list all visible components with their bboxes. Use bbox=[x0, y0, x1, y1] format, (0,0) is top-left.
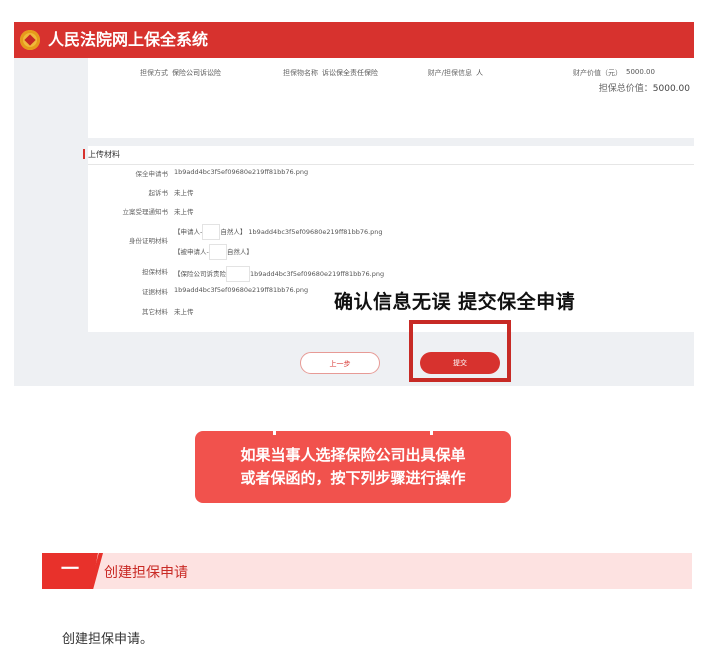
system-title: 人民法院网上保全系统 bbox=[48, 30, 209, 49]
property-label: 财产/担保信息 bbox=[427, 69, 472, 77]
row-value-other: 未上传 bbox=[174, 308, 194, 316]
redacted-name bbox=[226, 266, 250, 282]
row-file-link-evidence[interactable]: 1b9add4bc3f5ef09680e219ff81bb76.png bbox=[174, 286, 308, 294]
annotation-caption: 确认信息无误 提交保全申请 bbox=[334, 291, 576, 313]
applicant-file: 自然人】 1b9add4bc3f5ef09680e219ff81bb76.png bbox=[220, 228, 383, 236]
guarantee-name-label: 担保物名称 bbox=[283, 69, 318, 77]
row-value-guarantee-material[interactable]: 【保险公司诉责险 1b9add4bc3f5ef09680e219ff81bb76.… bbox=[174, 266, 384, 282]
row-label-complaint: 起诉书 bbox=[148, 189, 169, 197]
method-label: 担保方式 bbox=[140, 69, 168, 77]
guarantee-material-prefix: 【保险公司诉责险 bbox=[174, 270, 226, 278]
app-header: 人民法院网上保全系统 bbox=[14, 22, 694, 58]
step-number: 一 bbox=[42, 553, 98, 589]
callout-line-1: 如果当事人选择保险公司出具保单 bbox=[240, 446, 466, 464]
callout-notch bbox=[430, 425, 433, 435]
app-screenshot: 人民法院网上保全系统 担保方式 保险公司诉讼险 担保物名称 诉讼保全责任保险 财… bbox=[14, 22, 694, 386]
row-label-evidence: 证据材料 bbox=[142, 288, 168, 296]
redacted-name bbox=[202, 224, 221, 240]
respondent-type: 自然人】 bbox=[226, 248, 253, 256]
row-value-complaint: 未上传 bbox=[174, 189, 194, 197]
court-emblem-icon bbox=[20, 30, 40, 50]
row-label-other: 其它材料 bbox=[142, 308, 168, 316]
section-divider bbox=[88, 164, 694, 165]
total-amount: 5000.00 bbox=[652, 84, 690, 94]
step-heading-bar: 一 创建担保申请 bbox=[42, 553, 692, 589]
guarantee-material-file: 1b9add4bc3f5ef09680e219ff81bb76.png bbox=[250, 270, 385, 278]
total-guarantee-value: 担保总价值：5000.00 bbox=[599, 81, 690, 94]
upload-section-title: 上传材料 bbox=[83, 149, 120, 159]
property-value-label: 财产价值（元） bbox=[573, 69, 622, 77]
body-paragraph: 创建担保申请。 bbox=[62, 632, 154, 647]
row-value-identity-applicant[interactable]: 【申请人- 自然人】 1b9add4bc3f5ef09680e219ff81bb7… bbox=[174, 224, 383, 240]
guarantee-name-value: 诉讼保全责任保险 bbox=[322, 69, 378, 77]
callout-line-2: 或者保函的，按下列步骤进行操作 bbox=[240, 469, 466, 487]
row-value-filing-notice: 未上传 bbox=[174, 208, 194, 216]
prev-step-button[interactable]: 上一步 bbox=[300, 352, 380, 374]
instruction-callout: 如果当事人选择保险公司出具保单 或者保函的，按下列步骤进行操作 bbox=[195, 425, 511, 503]
property-value: 人 bbox=[476, 69, 483, 77]
total-label: 担保总价值： bbox=[598, 84, 653, 94]
step-title: 创建担保申请 bbox=[104, 565, 188, 581]
submit-highlight-box bbox=[409, 320, 511, 382]
applicant-prefix: 【申请人- bbox=[174, 228, 203, 236]
callout-notch bbox=[273, 425, 276, 435]
redacted-name bbox=[208, 244, 227, 260]
property-value-amount: 5000.00 bbox=[626, 68, 655, 76]
row-file-link-application[interactable]: 1b9add4bc3f5ef09680e219ff81bb76.png bbox=[174, 168, 308, 176]
row-label-filing-notice: 立案受理通知书 bbox=[122, 208, 169, 216]
row-value-identity-respondent: 【被申请人- 自然人】 bbox=[174, 244, 253, 260]
method-value: 保险公司诉讼险 bbox=[172, 69, 221, 77]
respondent-prefix: 【被申请人- bbox=[174, 248, 209, 256]
row-label-guarantee-material: 担保材料 bbox=[142, 268, 168, 276]
row-label-identity: 身份证明材料 bbox=[129, 237, 168, 245]
row-label-application: 保全申请书 bbox=[135, 170, 169, 178]
